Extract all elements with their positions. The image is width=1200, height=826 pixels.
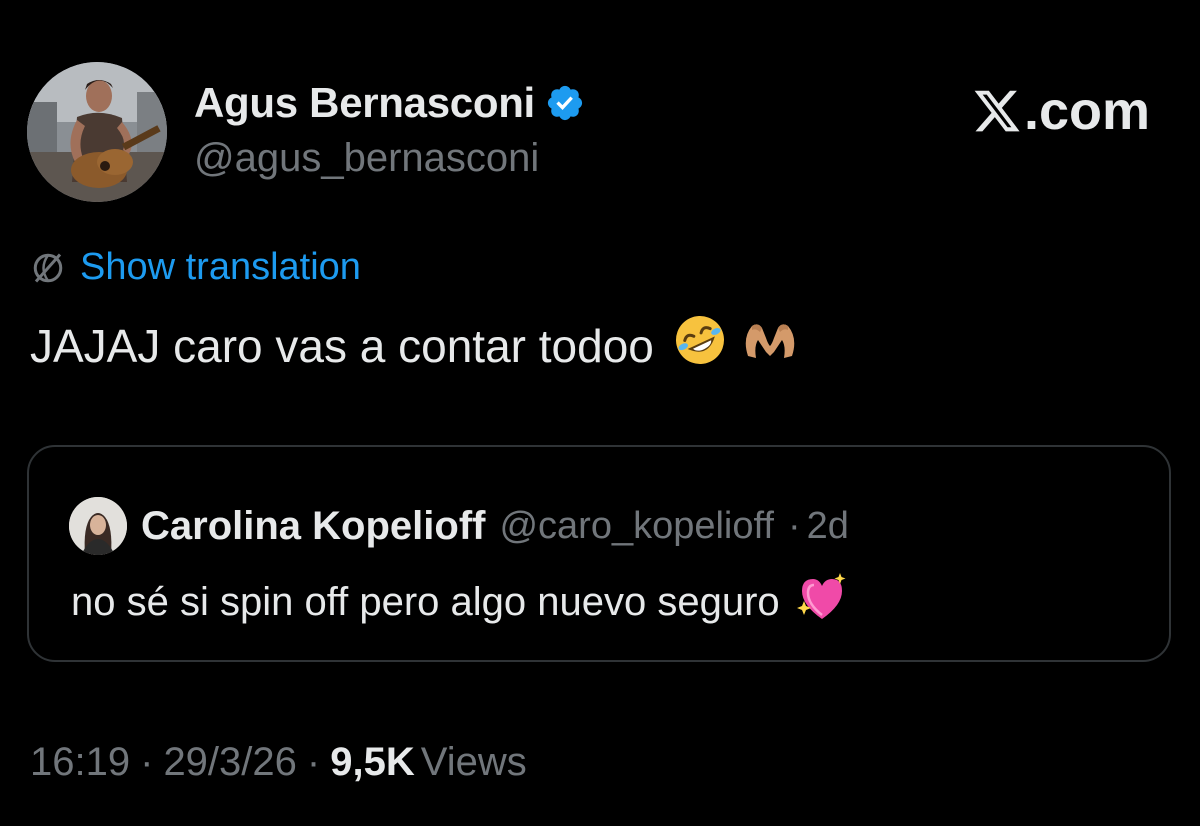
quoted-author-name[interactable]: Carolina Kopelioff bbox=[141, 504, 485, 549]
tweet-screenshot: Agus Bernasconi @agus_bernasconi .com Sh… bbox=[0, 0, 1200, 826]
translation-row[interactable]: Show translation bbox=[30, 246, 361, 289]
heart-hands-emoji-icon bbox=[740, 316, 800, 375]
globe-icon bbox=[30, 250, 66, 286]
quoted-tweet-card[interactable]: Carolina Kopelioff @caro_kopelioff · 2d … bbox=[27, 445, 1171, 662]
separator-dot: · bbox=[787, 504, 801, 547]
tweet-meta-row: 16:19 · 29/3/26 · 9,5K Views bbox=[30, 740, 527, 785]
separator-dot: · bbox=[140, 740, 154, 784]
brand-watermark: .com bbox=[972, 80, 1150, 142]
sparkling-heart-emoji-icon bbox=[794, 571, 848, 633]
tweet-body: JAJAJ caro vas a contar todoo bbox=[30, 312, 800, 379]
tweet-text: JAJAJ caro vas a contar todoo bbox=[30, 319, 654, 372]
author-name-row: Agus Bernasconi bbox=[194, 78, 585, 128]
verified-badge-icon bbox=[545, 83, 585, 123]
author-display-name[interactable]: Agus Bernasconi bbox=[194, 79, 535, 127]
quoted-tweet-text: no sé si spin off pero algo nuevo seguro bbox=[71, 579, 780, 624]
quoted-author-handle[interactable]: @caro_kopelioff bbox=[499, 505, 773, 548]
profile-photo-woman-icon bbox=[69, 497, 127, 555]
separator-dot: · bbox=[306, 740, 321, 784]
quoted-tweet-body: no sé si spin off pero algo nuevo seguro bbox=[71, 571, 848, 633]
views-count[interactable]: 9,5K bbox=[330, 740, 415, 785]
tweet-time[interactable]: 16:19 bbox=[30, 740, 130, 785]
author-avatar[interactable] bbox=[27, 62, 167, 202]
author-handle[interactable]: @agus_bernasconi bbox=[194, 136, 539, 181]
profile-photo-icon bbox=[27, 62, 167, 202]
x-logo-icon bbox=[974, 90, 1020, 132]
views-label: Views bbox=[420, 740, 527, 784]
rolling-on-floor-laughing-emoji-icon bbox=[672, 312, 728, 379]
show-translation-link[interactable]: Show translation bbox=[80, 246, 361, 289]
quoted-time-group: · 2d bbox=[788, 505, 849, 548]
tweet-date[interactable]: 29/3/26 bbox=[163, 740, 296, 785]
brand-domain-text: .com bbox=[1023, 81, 1150, 141]
quoted-tweet-header: Carolina Kopelioff @caro_kopelioff · 2d bbox=[69, 497, 849, 555]
quoted-tweet-time[interactable]: 2d bbox=[807, 505, 849, 548]
quoted-author-avatar[interactable] bbox=[69, 497, 127, 555]
